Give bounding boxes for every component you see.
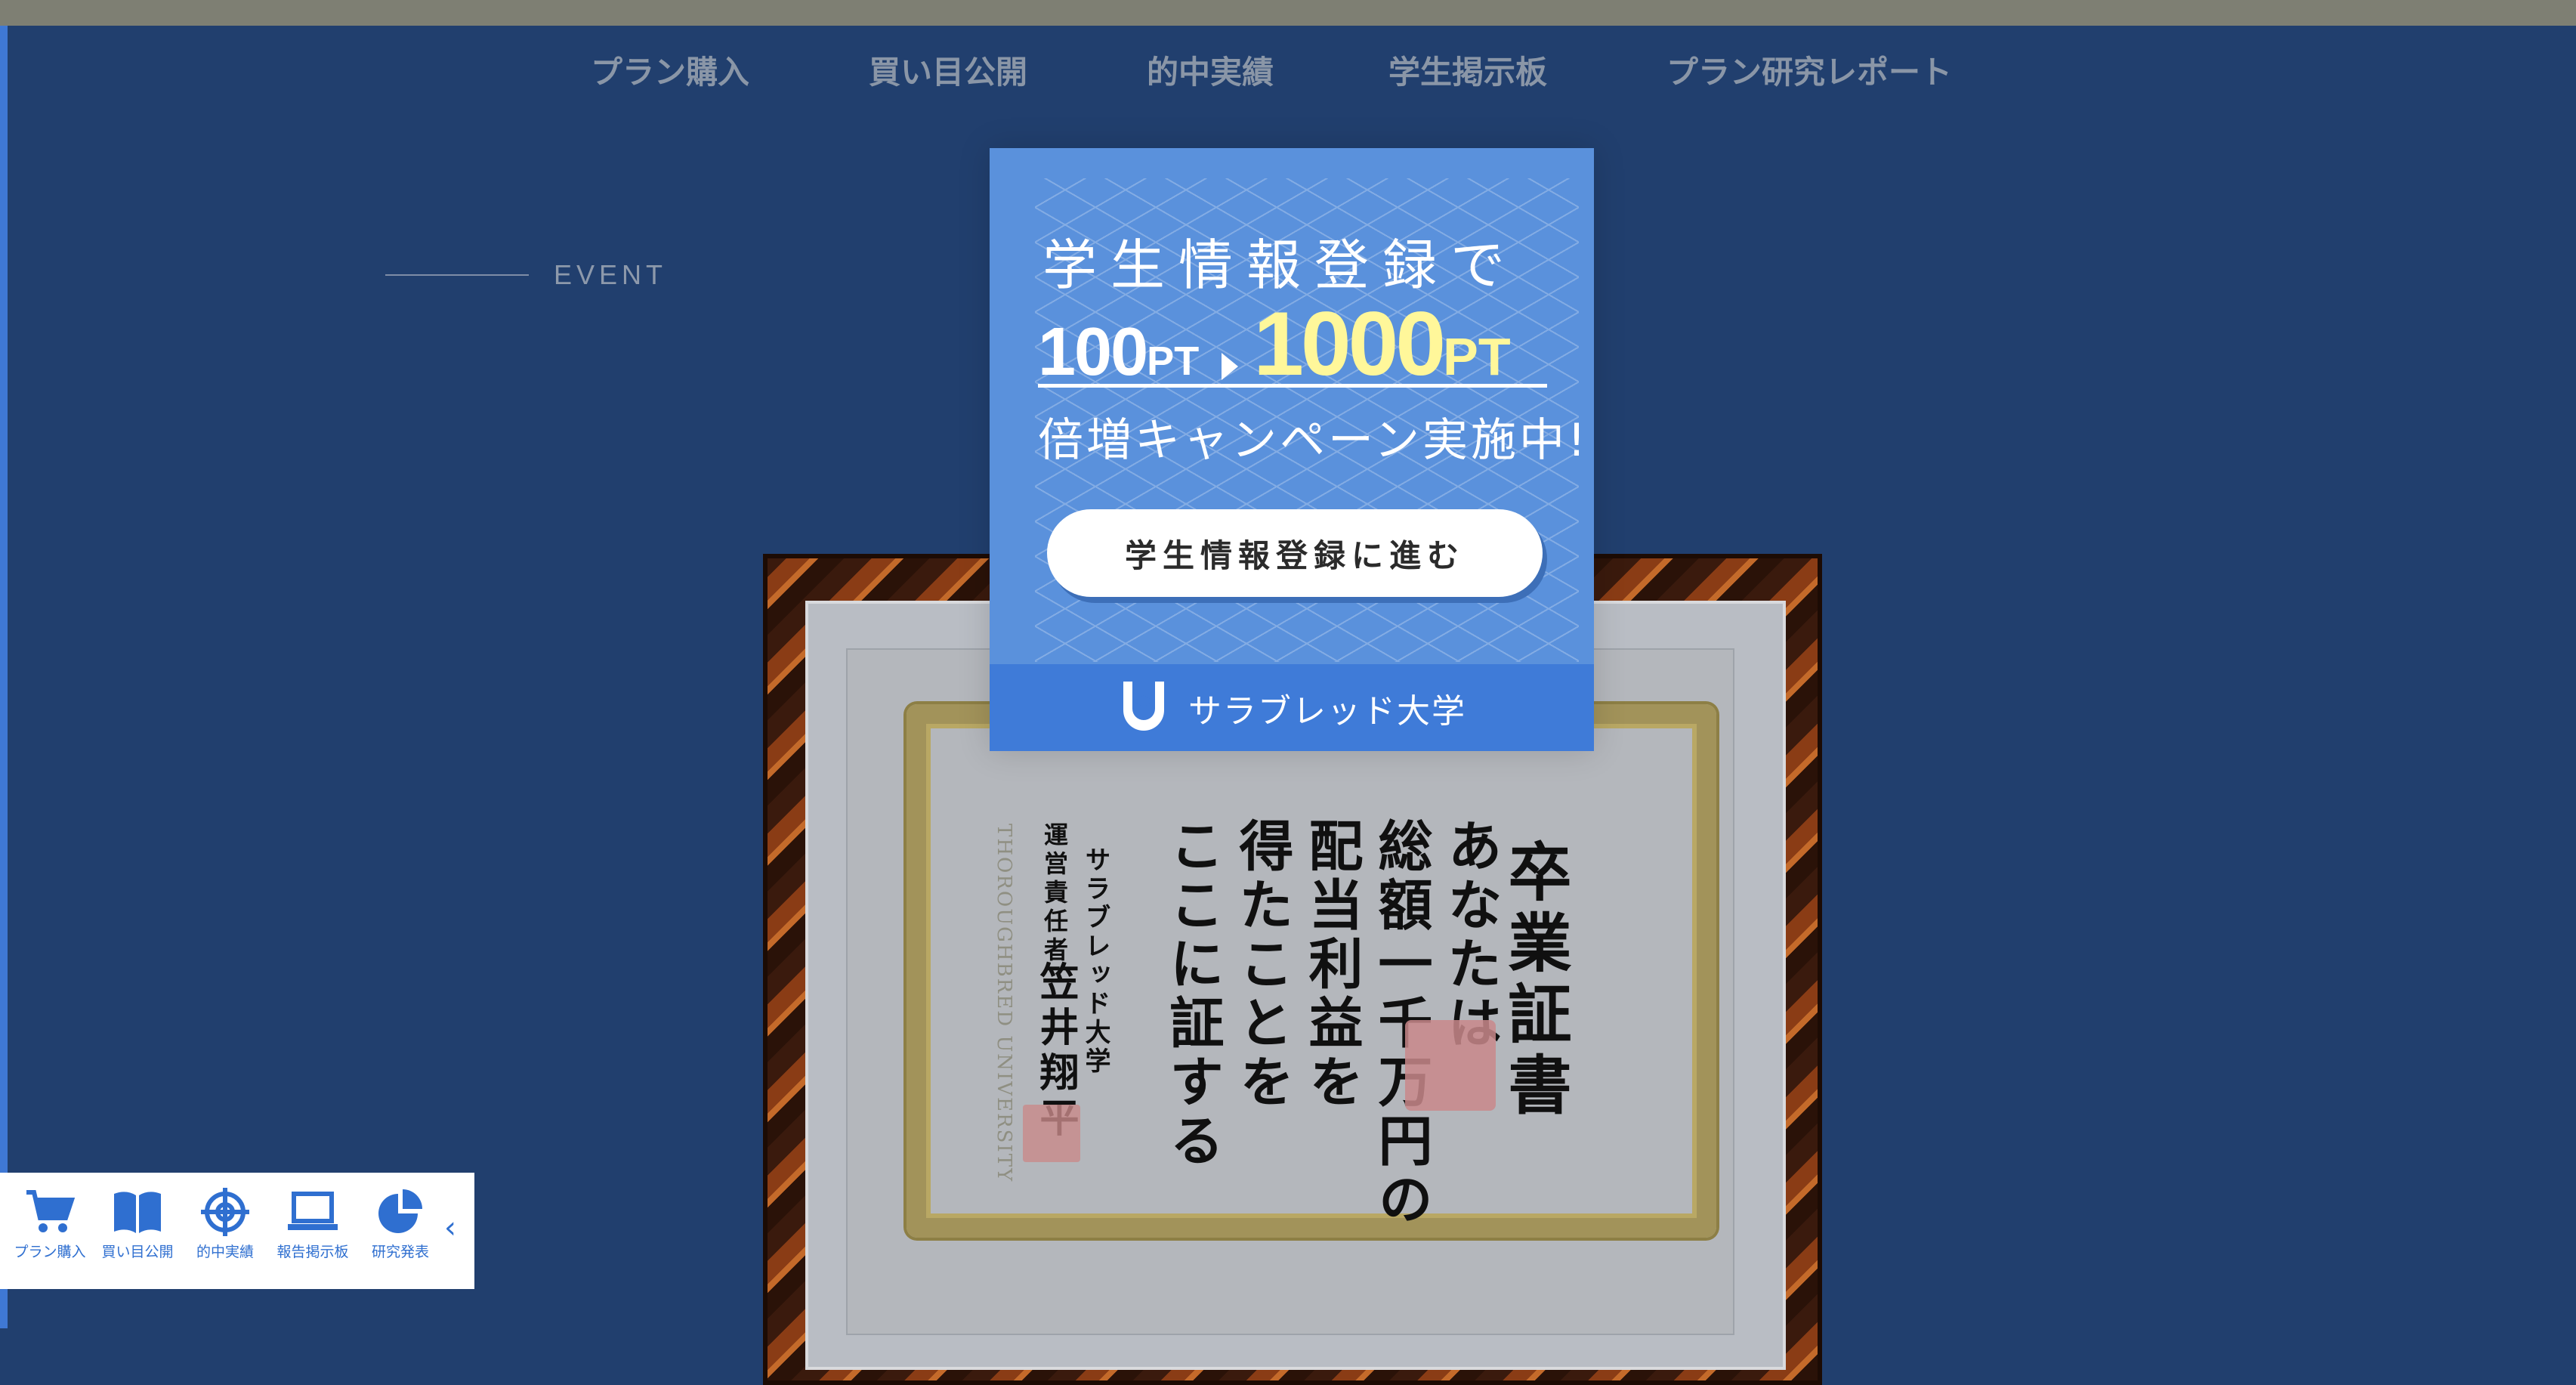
event-heading: EVENT (554, 259, 668, 290)
target-icon (201, 1188, 249, 1236)
nav-item-plan-report[interactable]: プラン研究レポート (1666, 47, 1952, 93)
pie-chart-icon (378, 1189, 422, 1233)
toolbar-label: 研究発表 (371, 1244, 429, 1260)
popup-from-unit: PT (1147, 339, 1200, 384)
certificate-role: 運営責任者 (1040, 822, 1069, 966)
certificate-body-line: ここに証する (1160, 818, 1225, 1171)
toolbar-label: 報告掲示板 (276, 1244, 349, 1260)
laptop-icon (288, 1192, 338, 1230)
chevron-left-icon[interactable]: ‹ (444, 1210, 456, 1245)
registration-popup[interactable]: 学生情報登録で 100PT 1000PT 倍増キャンペーン実施中! 学生情報登録に… (990, 148, 1594, 751)
toolbar-item-research[interactable]: 研究発表 (357, 1188, 444, 1261)
register-student-info-button[interactable]: 学生情報登録に進む (1047, 509, 1543, 597)
popup-underline (1038, 384, 1547, 388)
popup-campaign-text: 倍増キャンペーン実施中! (1038, 414, 1589, 467)
popup-from-points: 100 (1038, 314, 1148, 390)
left-edge-strip (0, 26, 8, 1328)
nav-item-results[interactable]: 的中実績 (1147, 47, 1274, 93)
nav-item-student-board[interactable]: 学生掲示板 (1388, 47, 1547, 93)
toolbar-item-report-board[interactable]: 報告掲示板 (269, 1188, 357, 1261)
nav-item-picks[interactable]: 買い目公開 (869, 47, 1027, 93)
popup-headline: 学生情報登録で (1042, 233, 1519, 297)
quick-menu-toolbar: プラン購入 買い目公開 的中実績 報告掲示板 研究発表 ‹ (0, 1173, 474, 1289)
toolbar-item-plan-purchase[interactable]: プラン購入 (6, 1188, 94, 1261)
toolbar-label: プラン購入 (14, 1244, 86, 1260)
toolbar-item-picks[interactable]: 買い目公開 (94, 1188, 181, 1261)
certificate-body-line: 配当利益を (1299, 818, 1364, 1112)
certificate-body-line: 得たことを (1230, 818, 1294, 1112)
event-divider (385, 274, 529, 276)
popup-brand-name: サラブレッド大学 (1188, 691, 1466, 731)
top-bar (0, 0, 2576, 26)
popup-to-points: 1000 (1253, 293, 1446, 394)
book-icon (114, 1192, 161, 1233)
popup-brand-footer: サラブレッド大学 (990, 664, 1594, 751)
main-nav: プラン購入 買い目公開 的中実績 学生掲示板 プラン研究レポート (0, 26, 2576, 116)
certificate-signer-stamp (1023, 1105, 1080, 1162)
nav-item-plan-purchase[interactable]: プラン購入 (591, 47, 749, 93)
toolbar-label: 的中実績 (196, 1244, 254, 1260)
certificate-body-line: あなたは (1438, 818, 1503, 1053)
certificate-seal-stamp (1405, 1020, 1496, 1111)
popup-to-unit: PT (1443, 327, 1511, 386)
arrow-right-icon (1222, 352, 1239, 380)
certificate-english-name: THOROUGHBRED UNIVERSITY (993, 824, 1015, 1183)
popup-points: 100PT 1000PT (1038, 292, 1511, 396)
toolbar-item-results[interactable]: 的中実績 (181, 1188, 269, 1261)
horseshoe-logo-icon (1123, 681, 1164, 731)
cart-icon (26, 1190, 76, 1232)
toolbar-label: 買い目公開 (101, 1244, 174, 1260)
